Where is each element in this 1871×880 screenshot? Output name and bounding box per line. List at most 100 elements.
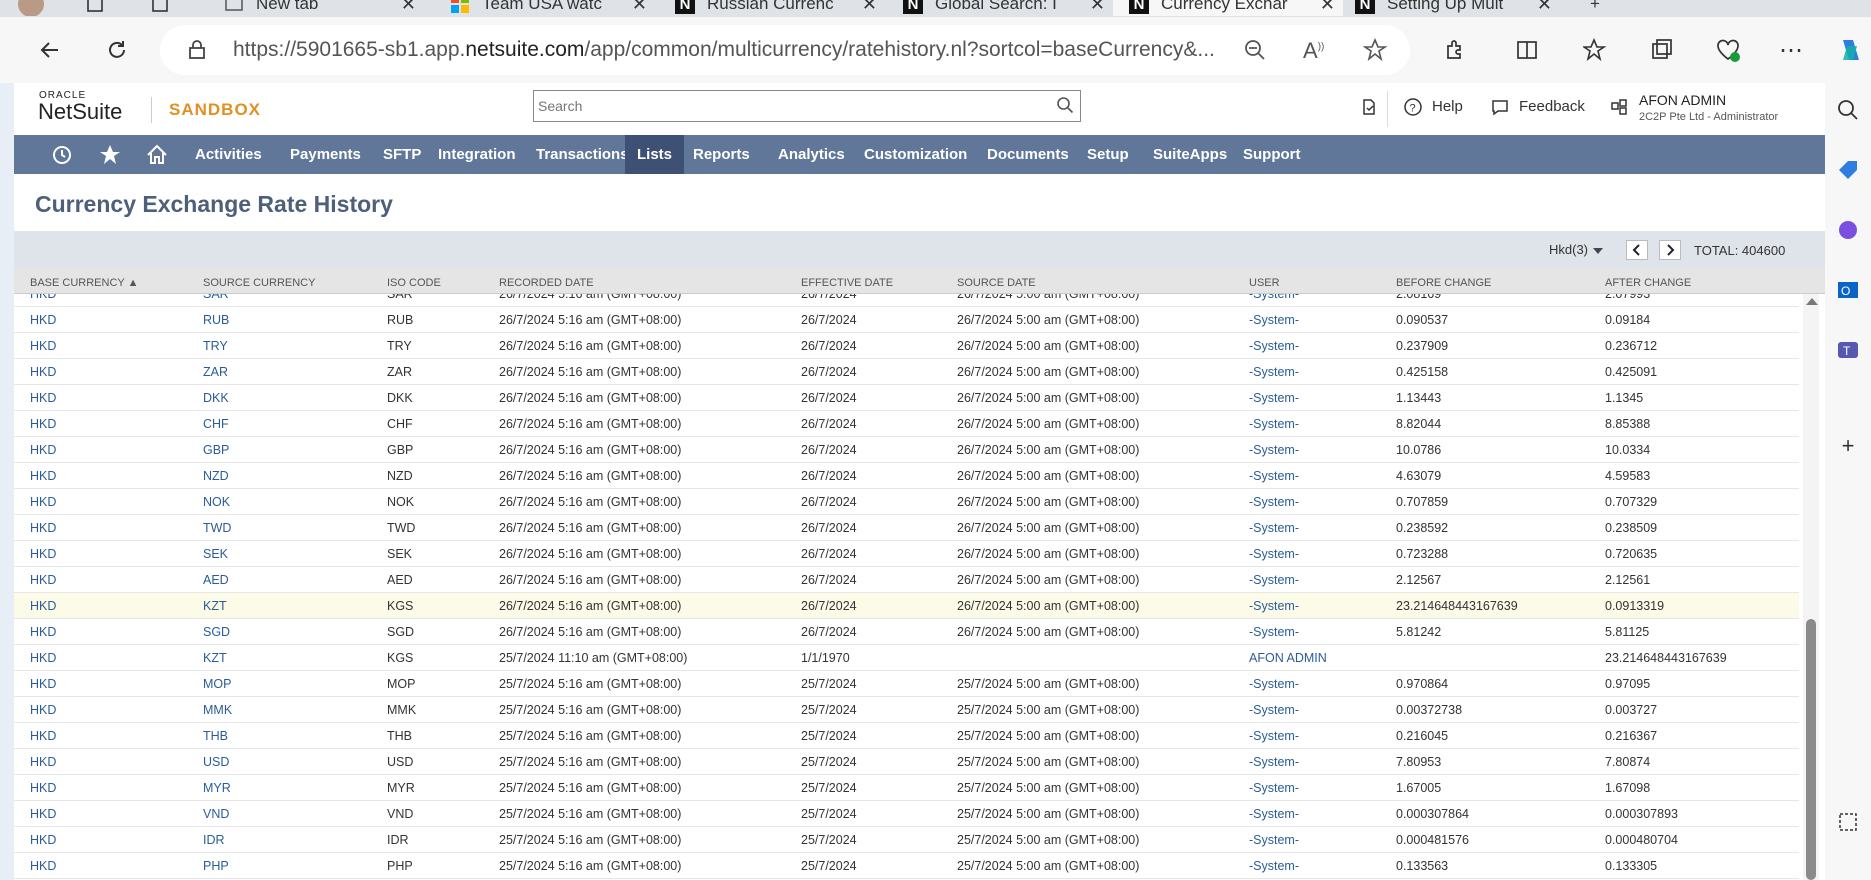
nav-support[interactable]: Support xyxy=(1231,135,1313,174)
cell-user[interactable]: -System- xyxy=(1249,703,1299,717)
read-aloud-icon[interactable]: A)) xyxy=(1303,38,1324,64)
add-app-icon[interactable]: + xyxy=(1835,433,1861,459)
screenshot-icon[interactable] xyxy=(1835,809,1861,835)
col-base-currency[interactable]: BASE CURRENCY ▲ xyxy=(30,277,139,289)
cell-source-currency[interactable]: TRY xyxy=(203,339,228,353)
refresh-icon[interactable] xyxy=(102,35,132,65)
nav-payments[interactable]: Payments xyxy=(278,135,373,174)
cell-source-currency[interactable]: USD xyxy=(203,755,229,769)
cell-base-currency[interactable]: HKD xyxy=(30,807,56,821)
cell-user[interactable]: -System- xyxy=(1249,339,1299,353)
cell-source-currency[interactable]: ZAR xyxy=(203,365,228,379)
tab-currency-exchange[interactable]: N Currency Exchar ✕ xyxy=(1113,0,1343,16)
cell-base-currency[interactable]: HKD xyxy=(30,313,56,327)
cell-source-currency[interactable]: NZD xyxy=(203,469,229,483)
table-row[interactable]: HKD SGD SGD 26/7/2024 5:16 am (GMT+08:00) 26… xyxy=(14,619,1799,645)
more-icon[interactable]: ⋯ xyxy=(1776,35,1806,65)
feedback-link[interactable]: Feedback xyxy=(1519,98,1585,115)
cell-base-currency[interactable]: HKD xyxy=(30,495,56,509)
cell-source-currency[interactable]: IDR xyxy=(203,833,225,847)
table-row[interactable]: HKD VND VND 25/7/2024 5:16 am (GMT+08:00) 25… xyxy=(14,801,1799,827)
cell-user[interactable]: -System- xyxy=(1249,729,1299,743)
cell-base-currency[interactable]: HKD xyxy=(30,573,56,587)
table-row[interactable]: HKD IDR IDR 25/7/2024 5:16 am (GMT+08:00) 25… xyxy=(14,827,1799,853)
close-tab-icon[interactable]: ✕ xyxy=(1320,0,1335,15)
cell-base-currency[interactable]: HKD xyxy=(30,339,56,353)
table-row[interactable]: HKD MMK MMK 25/7/2024 5:16 am (GMT+08:00) 25… xyxy=(14,697,1799,723)
workspaces-button[interactable] xyxy=(85,0,125,16)
cell-source-currency[interactable]: SEK xyxy=(203,547,228,561)
collections-icon[interactable] xyxy=(1647,35,1677,65)
shopping-tag-icon[interactable] xyxy=(1835,157,1861,183)
profile-avatar[interactable] xyxy=(18,0,52,16)
star-icon[interactable] xyxy=(98,143,122,167)
cell-base-currency[interactable]: HKD xyxy=(30,781,56,795)
col-iso-code[interactable]: ISO CODE xyxy=(387,277,441,289)
table-row[interactable]: HKD KZT KGS 26/7/2024 5:16 am (GMT+08:00) 26… xyxy=(14,593,1799,619)
copilot-icon[interactable] xyxy=(1836,35,1866,65)
table-row[interactable]: HKD AED AED 26/7/2024 5:16 am (GMT+08:00) 26… xyxy=(14,567,1799,593)
cell-user[interactable]: -System- xyxy=(1249,547,1299,561)
cell-base-currency[interactable]: HKD xyxy=(30,521,56,535)
cell-user[interactable]: -System- xyxy=(1249,469,1299,483)
cell-user[interactable]: AFON ADMIN xyxy=(1249,651,1327,665)
cell-source-currency[interactable]: KZT xyxy=(203,599,227,613)
cell-user[interactable]: -System- xyxy=(1249,755,1299,769)
nav-sftp[interactable]: SFTP xyxy=(371,135,433,174)
scroll-thumb[interactable] xyxy=(1806,619,1816,880)
cell-base-currency[interactable]: HKD xyxy=(30,469,56,483)
close-tab-icon[interactable]: ✕ xyxy=(862,0,877,15)
feedback-icon[interactable] xyxy=(1490,97,1510,117)
cell-source-currency[interactable]: VND xyxy=(203,807,229,821)
search-input[interactable] xyxy=(534,91,1034,121)
cell-user[interactable]: -System- xyxy=(1249,625,1299,639)
recent-records-icon[interactable] xyxy=(1359,97,1379,117)
chevron-down-icon[interactable] xyxy=(1593,248,1603,254)
cell-source-currency[interactable]: SGD xyxy=(203,625,230,639)
table-row[interactable]: HKD MOP MOP 25/7/2024 5:16 am (GMT+08:00) 25… xyxy=(14,671,1799,697)
table-row[interactable]: HKD DKK DKK 26/7/2024 5:16 am (GMT+08:00) 26… xyxy=(14,385,1799,411)
zoom-out-icon[interactable] xyxy=(1243,38,1267,62)
table-row[interactable]: HKD NZD NZD 26/7/2024 5:16 am (GMT+08:00) 26… xyxy=(14,463,1799,489)
cell-base-currency[interactable]: HKD xyxy=(30,677,56,691)
table-row[interactable]: HKD KZT KGS 25/7/2024 11:10 am (GMT+08:00) 1… xyxy=(14,645,1799,671)
table-row[interactable]: HKD SEK SEK 26/7/2024 5:16 am (GMT+08:00) 26… xyxy=(14,541,1799,567)
table-row[interactable]: HKD MYR MYR 25/7/2024 5:16 am (GMT+08:00) 25… xyxy=(14,775,1799,801)
cell-base-currency[interactable]: HKD xyxy=(30,294,56,301)
global-search[interactable] xyxy=(533,90,1081,122)
table-row[interactable]: HKD CHF CHF 26/7/2024 5:16 am (GMT+08:00) 26… xyxy=(14,411,1799,437)
col-before-change[interactable]: BEFORE CHANGE xyxy=(1396,277,1491,289)
cell-source-currency[interactable]: GBP xyxy=(203,443,229,457)
close-tab-icon[interactable]: ✕ xyxy=(1090,0,1105,15)
nav-documents[interactable]: Documents xyxy=(975,135,1081,174)
user-name[interactable]: AFON ADMIN xyxy=(1639,92,1726,108)
cell-base-currency[interactable]: HKD xyxy=(30,443,56,457)
table-row[interactable]: HKD RUB RUB 26/7/2024 5:16 am (GMT+08:00) 26… xyxy=(14,307,1799,333)
cell-user[interactable]: -System- xyxy=(1249,521,1299,535)
address-bar[interactable]: https://5901665-sb1.app.netsuite.com/app… xyxy=(160,25,1410,75)
table-row[interactable]: HKD PHP PHP 25/7/2024 5:16 am (GMT+08:00) 25… xyxy=(14,853,1799,879)
cell-user[interactable]: -System- xyxy=(1249,391,1299,405)
cell-base-currency[interactable]: HKD xyxy=(30,547,56,561)
tab-setting-up-multi[interactable]: N Setting Up Mult ✕ xyxy=(1355,0,1560,16)
cell-user[interactable]: -System- xyxy=(1249,599,1299,613)
netsuite-logo[interactable]: NetSuite xyxy=(38,99,122,125)
tab-russian-currency[interactable]: N Russian Currenc ✕ xyxy=(675,0,885,16)
copilot-app-icon[interactable] xyxy=(1835,217,1861,243)
tab-new-tab[interactable]: New tab ✕ xyxy=(224,0,424,16)
table-row[interactable]: HKD USD USD 25/7/2024 5:16 am (GMT+08:00) 25… xyxy=(14,749,1799,775)
cell-base-currency[interactable]: HKD xyxy=(30,703,56,717)
back-icon[interactable] xyxy=(35,35,65,65)
extensions-icon[interactable] xyxy=(1440,35,1470,65)
favorite-star-icon[interactable] xyxy=(1363,38,1387,62)
col-user[interactable]: USER xyxy=(1249,277,1280,289)
url-text[interactable]: https://5901665-sb1.app.netsuite.com/app… xyxy=(233,38,1215,62)
cell-base-currency[interactable]: HKD xyxy=(30,599,56,613)
cell-user[interactable]: -System- xyxy=(1249,677,1299,691)
nav-integration[interactable]: Integration xyxy=(426,135,528,174)
role-switch-icon[interactable] xyxy=(1609,97,1629,117)
cell-base-currency[interactable]: HKD xyxy=(30,729,56,743)
new-tab-button[interactable]: + xyxy=(1590,0,1620,16)
scroll-up-icon[interactable] xyxy=(1806,298,1818,305)
cell-source-currency[interactable]: AED xyxy=(203,573,229,587)
